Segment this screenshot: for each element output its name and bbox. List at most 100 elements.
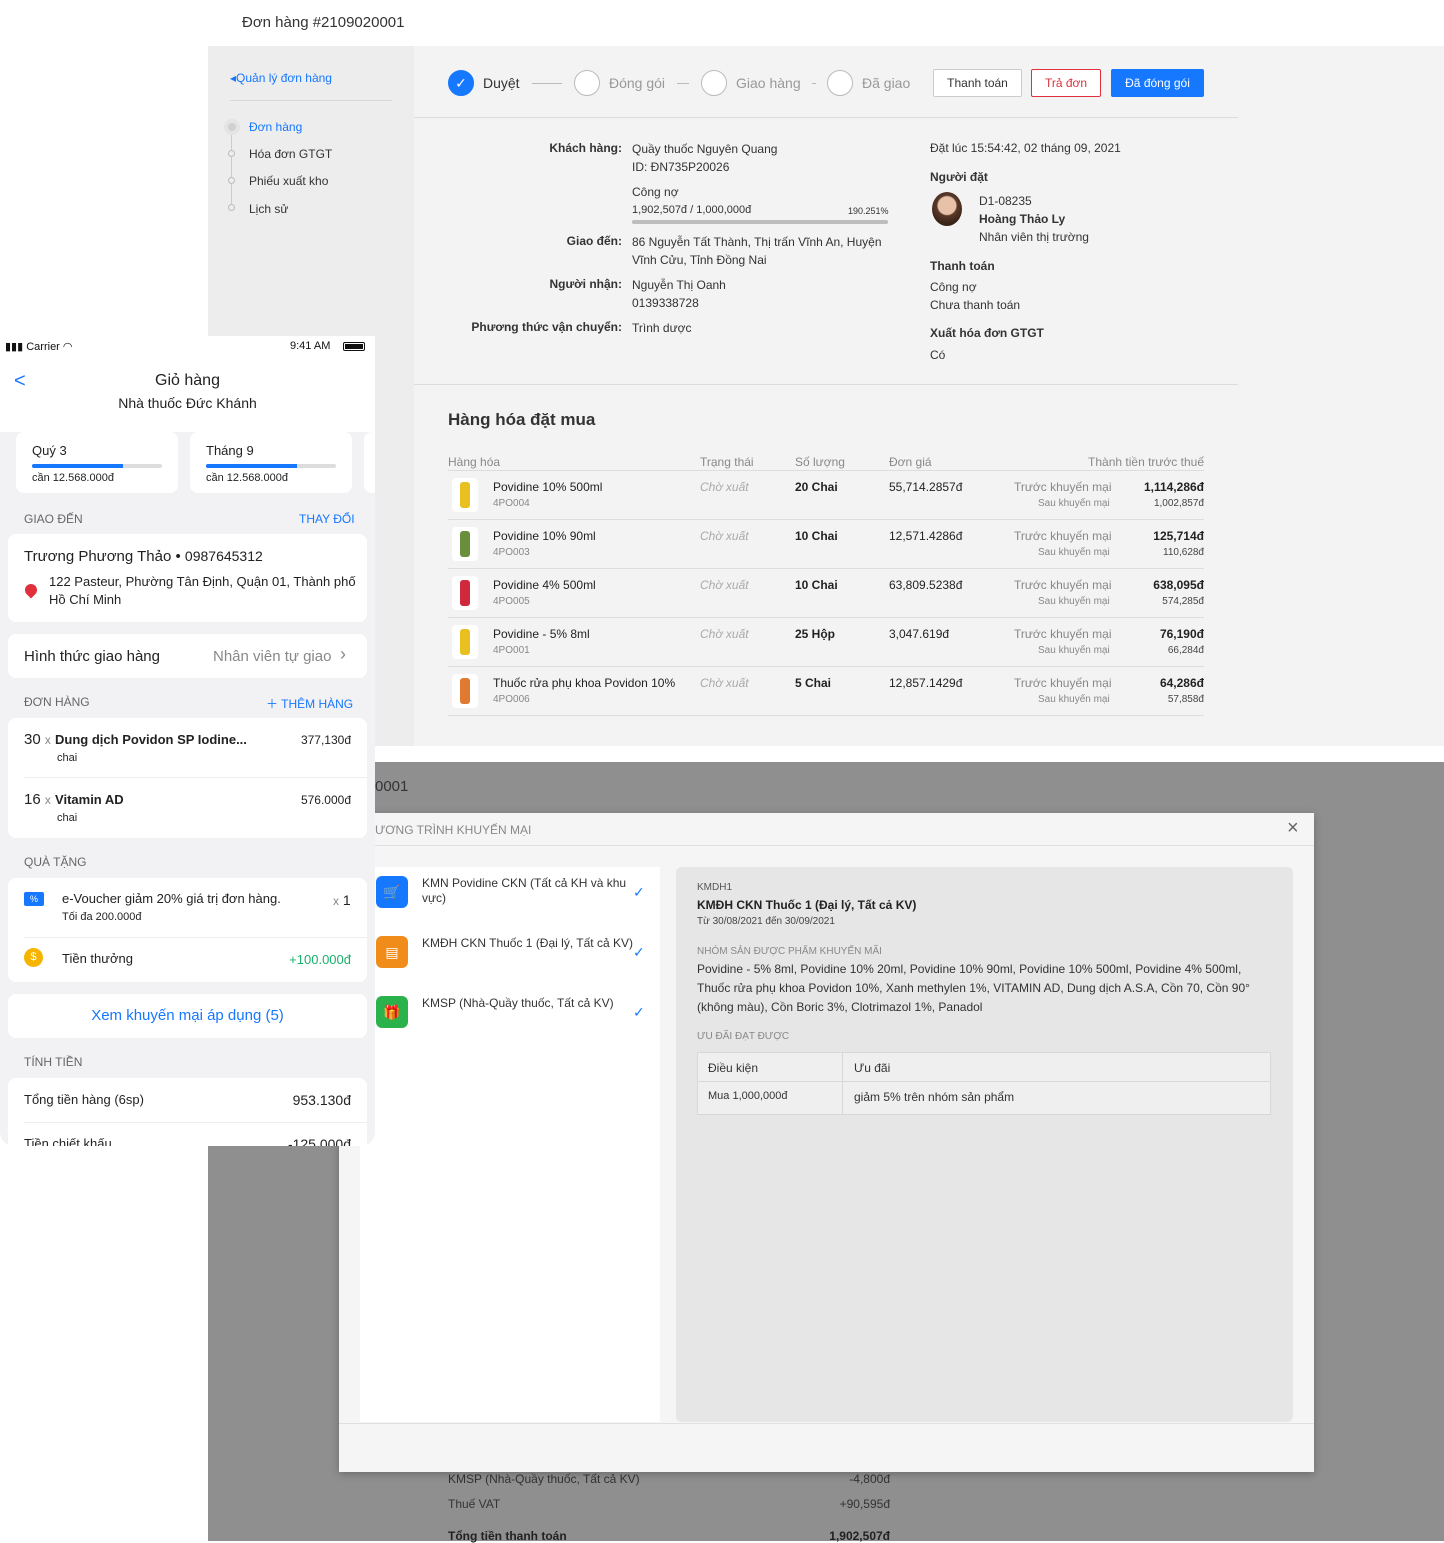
product-name[interactable]: Povidine 10% 500ml	[493, 480, 602, 494]
col-header-status: Trạng thái	[700, 455, 754, 469]
bonus-value: +100.000đ	[289, 952, 351, 967]
promo-item[interactable]: 🎁 KMSP (Nhà-Quầy thuốc, Tất cả KV) ✓	[374, 996, 660, 1056]
coin-icon: $	[24, 948, 43, 967]
subtotal-before: 125,714đ	[1153, 529, 1204, 543]
subtotal-before: 1,114,286đ	[1143, 480, 1204, 494]
debt-progress-fill	[632, 220, 888, 224]
placer-role: Nhân viên thị trường	[979, 230, 1089, 244]
after-promo-label: Sau khuyến mại	[1038, 694, 1110, 705]
product-thumbnail	[452, 674, 478, 708]
step-connector	[677, 83, 689, 84]
check-icon: ✓	[633, 1004, 645, 1020]
after-promo-label: Sau khuyến mại	[1038, 498, 1110, 509]
benefit-head-condition: Điều kiện	[708, 1061, 759, 1075]
benefit-table	[697, 1052, 1271, 1115]
product-qty: 10 Chai	[795, 529, 838, 543]
add-item-button[interactable]: ＋ THÊM HÀNG	[266, 695, 353, 712]
subtotal-after: 574,285đ	[1162, 596, 1204, 607]
item-price: 576.000đ	[300, 793, 351, 807]
signal-icon: ▮▮▮	[5, 341, 24, 353]
discount-value: -125.000đ	[287, 1136, 351, 1146]
timeline-dot-active	[224, 119, 240, 135]
promo-item-line1: KMSP (Nhà-Quầy thuốc, Tất cả KV)	[422, 996, 614, 1010]
product-name[interactable]: Thuốc rửa phụ khoa Povidon 10%	[493, 676, 675, 690]
col-header-subtotal: Thành tiền trước thuế	[1088, 455, 1204, 469]
second-page-title-fragment: 0001	[375, 778, 409, 795]
goods-title: Hàng hóa đặt mua	[448, 410, 596, 429]
receiver-phone: 0139338728	[632, 296, 699, 310]
product-qty: 10 Chai	[795, 578, 838, 592]
page-title: Đơn hàng #2109020001	[242, 14, 405, 31]
product-name[interactable]: Povidine - 5% 8ml	[493, 627, 590, 641]
item-price: 377,130đ	[300, 733, 351, 747]
voucher-title: e-Voucher giảm 20% giá trị đơn hàng.	[62, 891, 281, 906]
divider	[339, 1423, 1314, 1424]
nav-item-history[interactable]: Lịch sử	[249, 202, 288, 216]
after-promo-label: Sau khuyến mại	[1038, 547, 1110, 558]
customer-label: Khách hàng:	[549, 141, 622, 155]
calc-label: TÍNH TIỀN	[24, 1055, 83, 1069]
before-promo-label: Trước khuyến mại	[1014, 627, 1112, 641]
product-name[interactable]: Povidine 10% 90ml	[493, 529, 596, 543]
ship-address-line1: 86 Nguyễn Tất Thành, Thị trấn Vĩnh An, H…	[632, 235, 882, 249]
nav-item-export-slip[interactable]: Phiếu xuất kho	[249, 174, 328, 188]
divider	[230, 100, 392, 101]
receiver-label: Người nhận:	[549, 277, 622, 291]
product-status: Chờ xuất	[700, 529, 749, 543]
item-row[interactable]: 16 x Vitamin AD	[24, 791, 124, 808]
return-order-button[interactable]: Trả đơn	[1031, 69, 1101, 97]
summary-value-kmsp: -4,800đ	[849, 1472, 890, 1486]
delivery-method-value: Nhân viên tự giao	[213, 648, 332, 665]
discount-label: Tiền chiết khấu	[24, 1136, 112, 1146]
promo-item[interactable]: ▤ KMĐH CKN Thuốc 1 (Đại lý, Tất cả KV) ✓	[374, 936, 660, 996]
nav-item-vat-invoice[interactable]: Hóa đơn GTGT	[249, 147, 332, 161]
divider	[448, 666, 1204, 667]
divider	[448, 470, 1204, 471]
change-address-link[interactable]: THAY ĐỔI	[299, 512, 355, 526]
product-name[interactable]: Povidine 4% 500ml	[493, 578, 596, 592]
packed-button[interactable]: Đã đóng gói	[1111, 69, 1204, 97]
modal-title: ƯƠNG TRÌNH KHUYẾN MẠI	[375, 823, 532, 837]
promo-item-line2: vực)	[422, 891, 447, 905]
status-carrier: ▮▮▮ Carrier ◠	[5, 341, 73, 353]
promo-detail-code: KMDH1	[697, 882, 733, 893]
product-thumbnail	[452, 625, 478, 659]
vat-value: Có	[930, 348, 946, 362]
product-code: 4PO006	[493, 694, 530, 705]
after-promo-label: Sau khuyến mại	[1038, 645, 1110, 656]
placer-name: Hoàng Thảo Ly	[979, 212, 1066, 226]
step-delivered: Đã giao	[862, 75, 911, 91]
product-code: 4PO003	[493, 547, 530, 558]
quota-progress-fill	[206, 464, 297, 468]
promo-item[interactable]: 🛒 KMN Povidine CKN (Tất cả KH và khu vực…	[374, 876, 660, 936]
payment-method: Công nợ	[930, 280, 977, 294]
ship-address-line2: Vĩnh Cửu, Tỉnh Đồng Nai	[632, 253, 767, 267]
cart-subtitle: Nhà thuốc Đức Khánh	[118, 395, 257, 411]
product-group-line2: Thuốc rửa phụ khoa Povidon 10%, Xanh met…	[697, 981, 1250, 995]
product-price: 3,047.619đ	[889, 627, 950, 641]
cart-title: Giỏ hàng	[155, 372, 220, 389]
summary-value-vat: +90,595đ	[839, 1497, 890, 1511]
subtotal-before: 638,095đ	[1153, 578, 1204, 592]
voucher-max: Tối đa 200.000đ	[62, 911, 142, 923]
promo-item-line1: KMĐH CKN Thuốc 1 (Đại lý, Tất cả KV)	[422, 936, 633, 950]
quota-progress	[206, 464, 336, 468]
breadcrumb-back-link[interactable]: ◂Quản lý đơn hàng	[230, 71, 332, 85]
quota-card[interactable]	[364, 432, 375, 493]
voucher-qty: x 1	[333, 892, 351, 908]
item-unit: chai	[57, 752, 78, 764]
before-promo-label: Trước khuyến mại	[1014, 676, 1112, 690]
cart-icon: 🛒	[376, 876, 408, 908]
timeline-dot	[228, 204, 235, 211]
subtotal-before: 64,286đ	[1159, 676, 1204, 690]
vat-title: Xuất hóa đơn GTGT	[930, 326, 1044, 340]
item-row[interactable]: 30 x Dung dịch Povidon SP Iodine...	[24, 731, 247, 748]
pay-button[interactable]: Thanh toán	[933, 69, 1022, 97]
wifi-icon: ◠	[62, 341, 73, 353]
subtotal-after: 66,284đ	[1167, 645, 1204, 656]
product-price: 63,809.5238đ	[889, 578, 963, 592]
nav-item-order[interactable]: Đơn hàng	[249, 120, 302, 134]
close-icon[interactable]: ×	[1287, 817, 1299, 840]
timeline-line	[231, 128, 232, 210]
quota-title: Quý 3	[32, 443, 67, 458]
